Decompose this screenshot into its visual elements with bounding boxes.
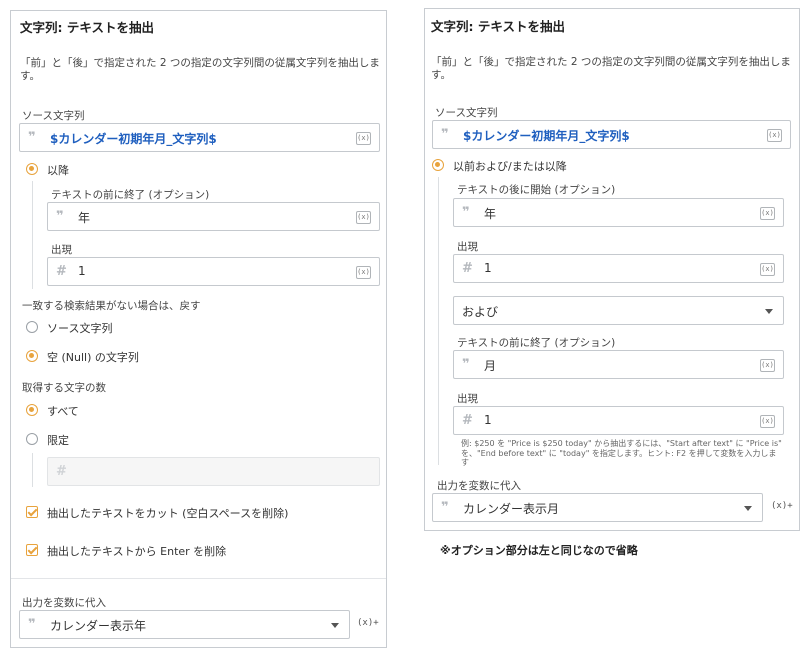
end-before-value: 年: [78, 211, 91, 225]
quote-icon: ❞: [28, 130, 36, 145]
end-before-label: テキストの前に終了 (オプション): [51, 189, 210, 201]
trim-checkbox[interactable]: [26, 506, 38, 518]
occurrence-label: 出現: [51, 244, 72, 256]
chars-limited-radio[interactable]: [26, 433, 38, 445]
quote-icon: ❞: [28, 617, 36, 632]
end-before-field[interactable]: ❞ 月 (x): [453, 350, 784, 379]
output-label: 出力を変数に代入: [22, 597, 106, 609]
remove-enter-label: 抽出したテキストから Enter を削除: [47, 545, 227, 558]
end-before-value: 月: [484, 359, 497, 373]
end-before-field[interactable]: ❞ 年 (x): [47, 202, 380, 231]
remove-enter-checkbox[interactable]: [26, 544, 38, 556]
output-label: 出力を変数に代入: [437, 480, 521, 492]
start-after-field[interactable]: ❞ 年 (x): [453, 198, 784, 227]
panel-title: 文字列: テキストを抽出: [431, 19, 565, 34]
chevron-down-icon: [331, 623, 339, 628]
omission-note: ※オプション部分は左と同じなので省略: [440, 544, 638, 557]
source-string-field[interactable]: ❞ $カレンダー初期年月_文字列$ (x): [19, 123, 380, 152]
no-match-empty-label: 空 (Null) の文字列: [47, 351, 139, 364]
chevron-down-icon: [765, 309, 773, 314]
no-match-label: 一致する検索結果がない場合は、戻す: [22, 300, 201, 312]
hint-text: 例: $250 を "Price is $250 today" から抽出するには…: [461, 439, 782, 467]
panel-title: 文字列: テキストを抽出: [20, 20, 154, 35]
chars-limit-field[interactable]: #: [47, 457, 380, 486]
occurrence-label: 出現: [457, 393, 478, 405]
occurrence-field[interactable]: # 1 (x): [453, 254, 784, 283]
trim-label: 抽出したテキストをカット (空白スペースを削除): [47, 507, 289, 520]
mode-after-radio[interactable]: [26, 163, 38, 175]
mode-before-after-label: 以前および/または以降: [453, 160, 567, 173]
variable-icon[interactable]: (x): [760, 207, 775, 220]
source-string-field[interactable]: ❞ $カレンダー初期年月_文字列$ (x): [432, 120, 791, 149]
variable-icon[interactable]: (x): [356, 266, 371, 279]
variable-icon[interactable]: (x): [767, 129, 782, 142]
chars-limited-label: 限定: [47, 434, 69, 447]
mode-before-after-radio[interactable]: [432, 159, 444, 171]
indent-guide: [32, 453, 33, 487]
extract-text-panel-right: 文字列: テキストを抽出 「前」と「後」で指定された 2 つの指定の文字列間の従…: [424, 8, 800, 531]
output-variable-value: カレンダー表示月: [463, 502, 560, 516]
hash-icon: #: [56, 264, 67, 279]
occurrence-label: 出現: [457, 241, 478, 253]
occurrence-value: 1: [78, 264, 86, 278]
quote-icon: ❞: [462, 205, 470, 220]
no-match-empty-radio[interactable]: [26, 350, 38, 362]
chars-all-radio[interactable]: [26, 404, 38, 416]
output-variable-select[interactable]: ❞ カレンダー表示月: [432, 493, 763, 522]
variable-icon[interactable]: (x): [356, 211, 371, 224]
hash-icon: #: [56, 464, 67, 479]
start-after-value: 年: [484, 207, 497, 221]
chars-all-label: すべて: [47, 405, 79, 418]
quote-icon: ❞: [441, 127, 449, 142]
quote-icon: ❞: [56, 209, 64, 224]
source-string-value: $カレンダー初期年月_文字列$: [463, 129, 630, 143]
add-variable-icon[interactable]: (x)+: [771, 501, 793, 511]
occurrence-value: 1: [484, 413, 492, 427]
variable-icon[interactable]: (x): [760, 263, 775, 276]
occurrence-field[interactable]: # 1 (x): [47, 257, 380, 286]
source-string-label: ソース文字列: [22, 110, 85, 122]
chevron-down-icon: [744, 506, 752, 511]
start-after-label: テキストの後に開始 (オプション): [457, 184, 616, 196]
no-match-source-radio[interactable]: [26, 321, 38, 333]
no-match-source-label: ソース文字列: [47, 322, 113, 335]
indent-guide: [438, 177, 439, 465]
hash-icon: #: [462, 261, 473, 276]
end-before-label: テキストの前に終了 (オプション): [457, 337, 616, 349]
chars-count-label: 取得する文字の数: [22, 382, 106, 394]
occurrence-field[interactable]: # 1 (x): [453, 406, 784, 435]
indent-guide: [32, 181, 33, 289]
output-variable-value: カレンダー表示年: [50, 619, 147, 633]
occurrence-value: 1: [484, 261, 492, 275]
source-string-value: $カレンダー初期年月_文字列$: [50, 132, 217, 146]
mode-after-label: 以降: [47, 164, 69, 177]
source-string-label: ソース文字列: [435, 107, 498, 119]
quote-icon: ❞: [441, 500, 449, 515]
conjunction-select[interactable]: および: [453, 296, 784, 325]
variable-icon[interactable]: (x): [760, 359, 775, 372]
extract-text-panel-left: 文字列: テキストを抽出 「前」と「後」で指定された 2 つの指定の文字列間の従…: [10, 10, 387, 648]
quote-icon: ❞: [462, 357, 470, 372]
output-variable-select[interactable]: ❞ カレンダー表示年: [19, 610, 350, 639]
variable-icon[interactable]: (x): [760, 415, 775, 428]
variable-icon[interactable]: (x): [356, 132, 371, 145]
add-variable-icon[interactable]: (x)+: [357, 618, 379, 628]
conjunction-value: および: [462, 305, 499, 319]
divider: [11, 578, 386, 579]
panel-description: 「前」と「後」で指定された 2 つの指定の文字列間の従属文字列を抽出します。: [431, 56, 791, 81]
hash-icon: #: [462, 413, 473, 428]
panel-description: 「前」と「後」で指定された 2 つの指定の文字列間の従属文字列を抽出します。: [20, 57, 380, 82]
